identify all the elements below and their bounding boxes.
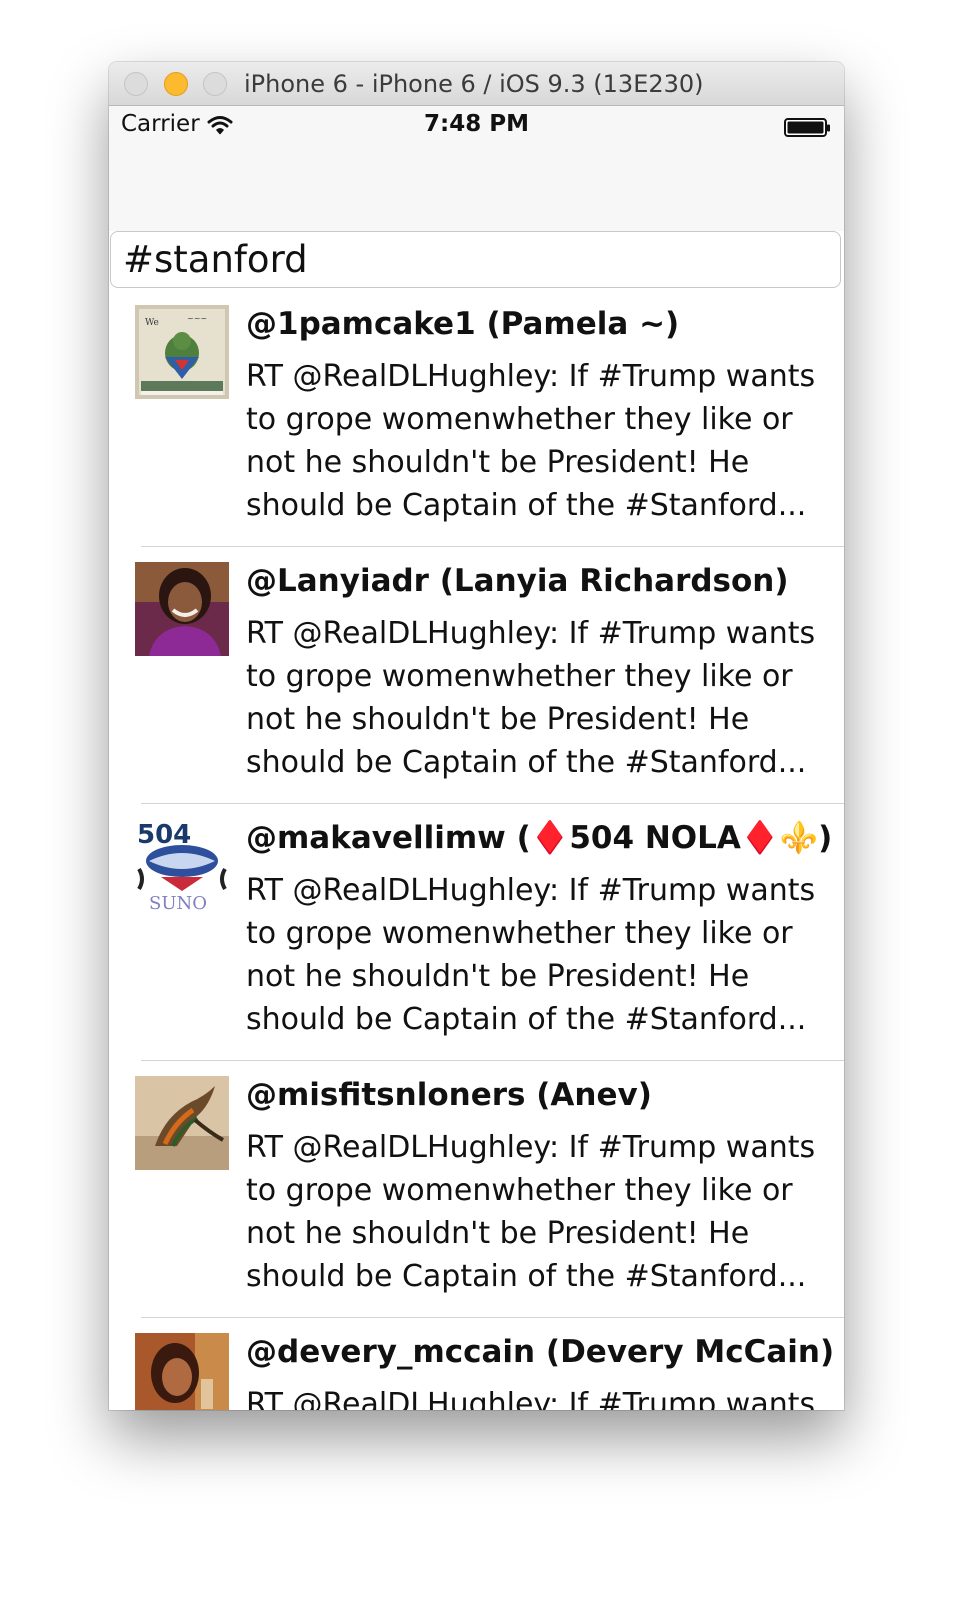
svg-text:We: We: [145, 318, 159, 328]
tweet-user: @misfitsnloners (Anev): [246, 1077, 652, 1113]
window-title: iPhone 6 - iPhone 6 / iOS 9.3 (13E230): [244, 70, 704, 98]
avatar: We ~~~: [135, 305, 229, 399]
simulator-window: iPhone 6 - iPhone 6 / iOS 9.3 (13E230) C…: [109, 62, 844, 1410]
avatar: [135, 562, 229, 656]
tweet-user: @devery_mccain (Devery McCain): [246, 1334, 835, 1370]
status-time: 7:48 PM: [424, 111, 529, 137]
tweet-user: @makavellimw (♦️504 NOLA♦️⚜️): [246, 820, 833, 856]
tweet-text: RT @RealDLHughley: If #Trump wants to gr…: [246, 1130, 816, 1294]
minimize-window-icon[interactable]: [164, 72, 188, 96]
avatar: [135, 1076, 229, 1170]
tweet-row[interactable]: @Lanyiadr (Lanyia Richardson) RT @RealDL…: [109, 547, 844, 804]
device-screen: Carrier 7:48 PM #stanford We ~~~ @1pamca…: [109, 106, 844, 1410]
window-titlebar[interactable]: iPhone 6 - iPhone 6 / iOS 9.3 (13E230): [109, 62, 844, 106]
navigation-bar: [109, 146, 844, 231]
tweet-user: @1pamcake1 (Pamela ~): [246, 306, 680, 342]
tweet-row[interactable]: 504 SUNO @makavellimw (♦️504 NOLA♦️⚜️) R…: [109, 804, 844, 1061]
tweet-text: RT @RealDLHughley: If #Trump wants to gr…: [246, 873, 816, 1037]
status-bar: Carrier 7:48 PM: [109, 106, 844, 146]
tweet-row[interactable]: @devery_mccain (Devery McCain) RT @RealD…: [109, 1318, 844, 1410]
tweet-row[interactable]: We ~~~ @1pamcake1 (Pamela ~) RT @RealDLH…: [109, 290, 844, 547]
close-window-icon[interactable]: [124, 72, 148, 96]
search-input[interactable]: [110, 231, 841, 288]
tweet-text: RT @RealDLHughley: If #Trump wants to gr…: [246, 359, 816, 523]
tweet-user: @Lanyiadr (Lanyia Richardson): [246, 563, 789, 599]
avatar: 504 SUNO: [135, 819, 229, 913]
tweet-text: RT @RealDLHughley: If #Trump wants to gr…: [246, 1387, 816, 1410]
svg-text:SUNO: SUNO: [149, 893, 207, 913]
avatar: [135, 1333, 229, 1410]
tweet-text: RT @RealDLHughley: If #Trump wants to gr…: [246, 616, 816, 780]
tweet-row[interactable]: @misfitsnloners (Anev) RT @RealDLHughley…: [109, 1061, 844, 1318]
tweet-list[interactable]: We ~~~ @1pamcake1 (Pamela ~) RT @RealDLH…: [109, 290, 844, 1410]
zoom-window-icon[interactable]: [203, 72, 227, 96]
svg-text:~~~: ~~~: [187, 314, 207, 323]
battery-icon: [784, 117, 832, 143]
